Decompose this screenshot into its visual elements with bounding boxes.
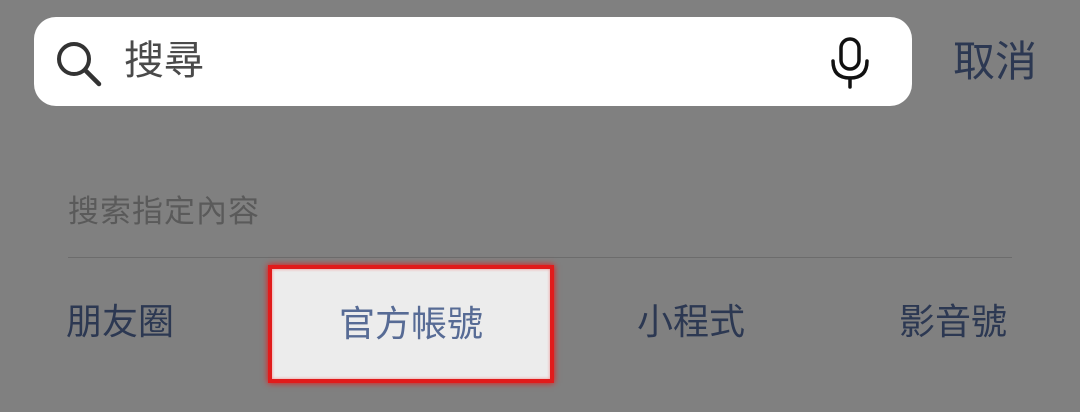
section-title: 搜索指定內容 bbox=[68, 194, 260, 230]
search-input[interactable] bbox=[124, 17, 804, 106]
category-official-accounts[interactable]: 官方帳號 bbox=[268, 265, 554, 383]
divider bbox=[68, 257, 1012, 258]
cancel-button[interactable]: 取消 bbox=[930, 17, 1060, 106]
microphone-icon[interactable] bbox=[828, 37, 872, 89]
category-channels[interactable]: 影音號 bbox=[888, 280, 1018, 366]
category-moments[interactable]: 朋友圈 bbox=[66, 280, 196, 366]
search-icon bbox=[54, 39, 104, 89]
search-bar[interactable] bbox=[34, 17, 912, 106]
category-mini-programs[interactable]: 小程式 bbox=[626, 280, 756, 366]
